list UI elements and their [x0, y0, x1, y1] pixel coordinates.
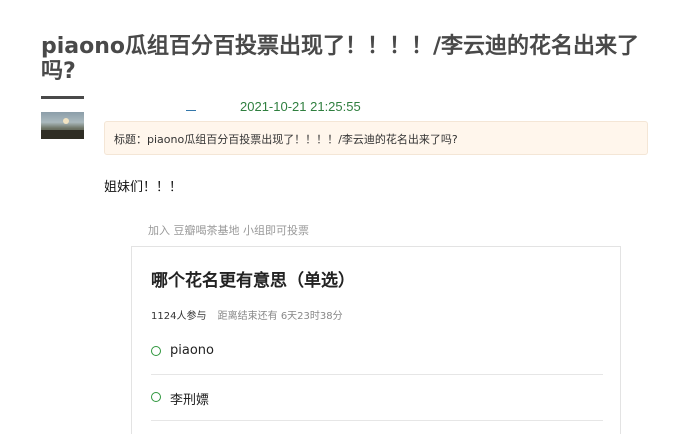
author-name-link[interactable] [186, 107, 196, 111]
poll-option[interactable]: piaono [151, 329, 603, 375]
author-avatar[interactable] [41, 112, 84, 139]
subject-line: 标题：piaono瓜组百分百投票出现了！！！！/李云迪的花名出来了吗? [114, 133, 458, 146]
post-page: piaono瓜组百分百投票出现了！！！！/李云迪的花名出来了吗? 2021-10… [0, 0, 674, 434]
radio-circle-icon[interactable] [151, 392, 161, 402]
post-body: 姐妹们！！！ [104, 180, 183, 195]
poll-option[interactable]: 李刑嫖 [151, 375, 603, 421]
poll-title: 哪个花名更有意思（单选） [151, 271, 355, 291]
join-group-note[interactable]: 加入 豆瓣喝茶基地 小组即可投票 [148, 222, 309, 238]
title-underline [41, 96, 84, 99]
poll-participants: 1124人参与 [151, 311, 207, 322]
poll-card: 哪个花名更有意思（单选） 1124人参与 距离结束还有 6天23时38分 pia… [131, 246, 621, 434]
subject-box: 标题：piaono瓜组百分百投票出现了！！！！/李云迪的花名出来了吗? [104, 121, 648, 155]
poll-meta: 1124人参与 距离结束还有 6天23时38分 [151, 307, 343, 322]
avatar-sun [63, 118, 69, 124]
post-timestamp: 2021-10-21 21:25:55 [240, 99, 361, 114]
poll-option-label: 李刑嫖 [170, 393, 210, 408]
poll-option-label: piaono [170, 343, 214, 358]
post-title: piaono瓜组百分百投票出现了！！！！/李云迪的花名出来了吗? [41, 34, 640, 84]
poll-time-remaining: 距离结束还有 6天23时38分 [217, 311, 343, 322]
radio-circle-icon[interactable] [151, 346, 161, 356]
avatar-treeline [41, 130, 84, 139]
